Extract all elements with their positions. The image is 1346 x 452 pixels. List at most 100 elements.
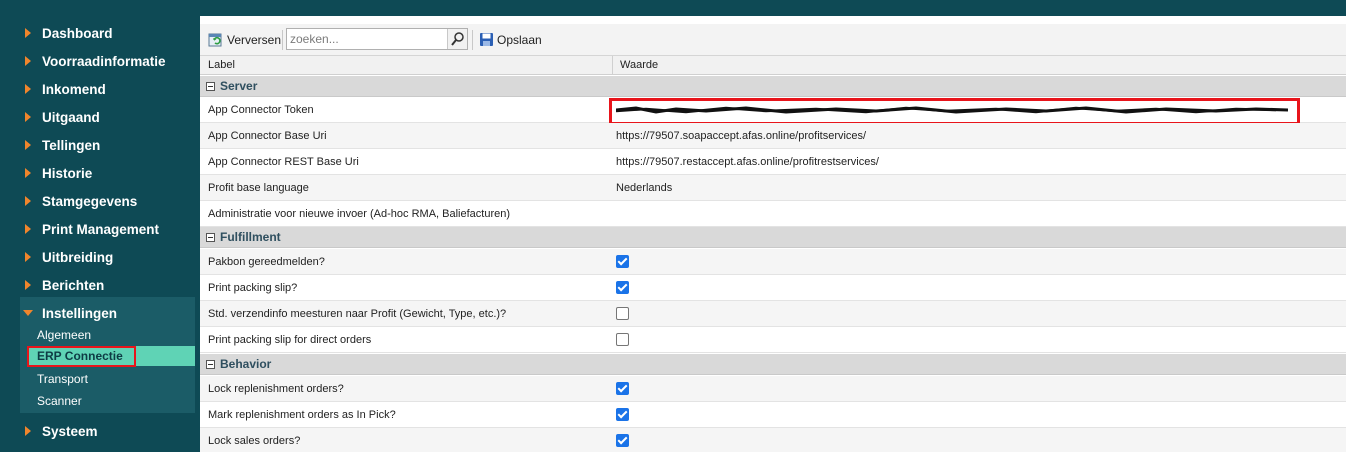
table-row[interactable]: Pakbon gereedmelden?	[200, 249, 1346, 275]
table-row[interactable]: Lock sales orders?	[200, 428, 1346, 452]
save-label: Opslaan	[497, 32, 542, 47]
sidebar-subitem-transport[interactable]: Transport	[37, 369, 88, 389]
group-row-behavior[interactable]: Behavior	[200, 354, 1346, 375]
sidebar-item-label: Print Management	[42, 221, 160, 237]
refresh-icon	[208, 33, 222, 47]
toolbar-separator	[472, 30, 473, 50]
chevron-right-icon	[25, 112, 31, 122]
sidebar-item-instellingen[interactable]: Instellingen	[0, 299, 195, 327]
search-icon	[451, 32, 464, 46]
row-label: Administratie voor nieuwe invoer (Ad-hoc…	[208, 208, 511, 220]
table-row[interactable]: App Connector REST Base Uri https://7950…	[200, 149, 1346, 175]
column-header-label[interactable]: Label	[200, 56, 235, 75]
checkbox-unchecked[interactable]	[616, 307, 629, 320]
column-header-value[interactable]: Waarde	[612, 56, 658, 75]
collapse-icon[interactable]	[206, 82, 215, 91]
collapse-icon[interactable]	[206, 233, 215, 242]
group-title: Server	[220, 79, 258, 93]
sidebar-item-label: Uitgaand	[42, 109, 100, 125]
sidebar-item-historie[interactable]: Historie	[0, 159, 195, 187]
save-icon	[480, 33, 493, 46]
table-row[interactable]: Administratie voor nieuwe invoer (Ad-hoc…	[200, 201, 1346, 227]
search-input[interactable]	[287, 29, 447, 49]
row-label: Std. verzendinfo meesturen naar Profit (…	[208, 308, 507, 320]
table-row[interactable]: Lock replenishment orders?	[200, 376, 1346, 402]
sidebar-item-tellingen[interactable]: Tellingen	[0, 131, 195, 159]
row-label: App Connector Base Uri	[208, 130, 327, 142]
chevron-down-icon	[23, 310, 33, 316]
sidebar-item-print-management[interactable]: Print Management	[0, 215, 195, 243]
table-row[interactable]: Print packing slip for direct orders	[200, 327, 1346, 353]
search-button[interactable]	[447, 29, 467, 49]
sidebar-item-label: Inkomend	[42, 81, 106, 97]
sidebar-item-dashboard[interactable]: Dashboard	[0, 19, 195, 47]
sidebar-item-label: Stamgegevens	[42, 193, 138, 209]
row-label: Print packing slip?	[208, 282, 298, 294]
row-value[interactable]: Nederlands	[616, 175, 672, 201]
refresh-label: Verversen	[227, 33, 282, 47]
group-row-fulfillment[interactable]: Fulfillment	[200, 227, 1346, 248]
chevron-right-icon	[25, 252, 31, 262]
table-row[interactable]: Profit base language Nederlands	[200, 175, 1346, 201]
sidebar-item-label: Instellingen	[42, 305, 118, 321]
group-title: Fulfillment	[220, 230, 281, 244]
sidebar-item-uitgaand[interactable]: Uitgaand	[0, 103, 195, 131]
table-row[interactable]: Print packing slip?	[200, 275, 1346, 301]
sidebar: Dashboard Voorraadinformatie Inkomend Ui…	[0, 16, 195, 452]
sidebar-item-systeem[interactable]: Systeem	[0, 417, 195, 445]
chevron-right-icon	[25, 168, 31, 178]
sidebar-item-label: Dashboard	[42, 25, 113, 41]
chevron-right-icon	[25, 56, 31, 66]
checkbox-unchecked[interactable]	[616, 333, 629, 346]
chevron-right-icon	[25, 84, 31, 94]
row-label: Lock replenishment orders?	[208, 383, 344, 395]
row-label: Profit base language	[208, 182, 309, 194]
checkbox-checked[interactable]	[616, 382, 629, 395]
table-row[interactable]: Std. verzendinfo meesturen naar Profit (…	[200, 301, 1346, 327]
annotation-highlight-box	[27, 346, 136, 367]
search-box	[286, 28, 468, 50]
row-label: Lock sales orders?	[208, 435, 301, 447]
table-row[interactable]: App Connector Base Uri https://79507.soa…	[200, 123, 1346, 149]
row-value[interactable]: https://79507.restaccept.afas.online/pro…	[616, 149, 879, 175]
chevron-right-icon	[25, 224, 31, 234]
sidebar-item-label: Voorraadinformatie	[42, 53, 166, 69]
chevron-right-icon	[25, 280, 31, 290]
row-label: Pakbon gereedmelden?	[208, 256, 325, 268]
toolbar-separator	[282, 30, 283, 50]
group-row-server[interactable]: Server	[200, 76, 1346, 97]
annotation-highlight-box	[609, 98, 1300, 125]
sidebar-item-label: Tellingen	[42, 137, 101, 153]
group-title: Behavior	[220, 357, 272, 371]
grid-header: Label Waarde	[200, 56, 1346, 75]
sidebar-item-voorraadinformatie[interactable]: Voorraadinformatie	[0, 47, 195, 75]
sidebar-item-label: Historie	[42, 165, 93, 181]
checkbox-checked[interactable]	[616, 255, 629, 268]
row-label: Mark replenishment orders as In Pick?	[208, 409, 396, 421]
refresh-button[interactable]: Verversen	[208, 32, 281, 48]
sidebar-item-label: Systeem	[42, 423, 98, 439]
sidebar-item-berichten[interactable]: Berichten	[0, 271, 195, 299]
sidebar-item-label: Berichten	[42, 277, 105, 293]
toolbar: Verversen Opslaan	[200, 24, 1346, 56]
sidebar-item-stamgegevens[interactable]: Stamgegevens	[0, 187, 195, 215]
chevron-right-icon	[25, 426, 31, 436]
collapse-icon[interactable]	[206, 360, 215, 369]
checkbox-checked[interactable]	[616, 281, 629, 294]
sidebar-item-label: Uitbreiding	[42, 249, 114, 265]
chevron-right-icon	[25, 196, 31, 206]
top-bar	[0, 0, 1346, 16]
checkbox-checked[interactable]	[616, 408, 629, 421]
save-button[interactable]: Opslaan	[479, 32, 542, 47]
sidebar-subitem-algemeen[interactable]: Algemeen	[37, 325, 91, 345]
row-label: Print packing slip for direct orders	[208, 334, 372, 346]
row-label: App Connector REST Base Uri	[208, 156, 359, 168]
row-label: App Connector Token	[208, 104, 314, 116]
table-row[interactable]: Mark replenishment orders as In Pick?	[200, 402, 1346, 428]
sidebar-item-inkomend[interactable]: Inkomend	[0, 75, 195, 103]
checkbox-checked[interactable]	[616, 434, 629, 447]
chevron-right-icon	[25, 28, 31, 38]
sidebar-subitem-scanner[interactable]: Scanner	[37, 391, 82, 411]
sidebar-item-uitbreiding[interactable]: Uitbreiding	[0, 243, 195, 271]
row-value[interactable]: https://79507.soapaccept.afas.online/pro…	[616, 123, 866, 149]
